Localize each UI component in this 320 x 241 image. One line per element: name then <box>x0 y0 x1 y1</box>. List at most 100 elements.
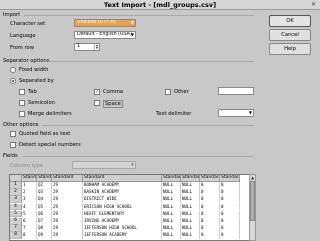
fields-line <box>22 156 254 157</box>
column-header[interactable]: Standard <box>200 175 220 182</box>
ok-button[interactable]: OK <box>269 15 311 27</box>
help-button[interactable]: Help <box>269 43 311 55</box>
charset-label: Character set <box>10 21 46 27</box>
language-select[interactable]: Default - English (USA) ▼ <box>74 31 136 39</box>
text-delimiter-select[interactable]: " ▼ <box>218 109 254 117</box>
from-row-value: 1 <box>77 44 81 49</box>
language-value: Default - English (USA) <box>77 32 132 37</box>
column-header[interactable]: Standard <box>37 175 52 182</box>
table-cell: 29 <box>52 232 83 239</box>
table-cell: 0 <box>220 210 240 218</box>
cancel-button[interactable]: Cancel <box>269 29 311 41</box>
separator-line <box>48 61 254 62</box>
table-cell: 0 <box>200 225 220 232</box>
semicolon-checkbox[interactable] <box>19 100 25 106</box>
table-cell: 6 <box>22 218 37 225</box>
quoted-field-checkbox[interactable] <box>10 131 16 137</box>
charset-value: Unicode (UTF-8) <box>77 20 116 25</box>
column-header[interactable]: Standard <box>83 175 162 182</box>
scroll-thumb[interactable] <box>250 181 255 221</box>
semicolon-label: Semicolon <box>28 100 55 106</box>
table-cell: 1 <box>22 182 37 189</box>
detect-special-numbers-checkbox[interactable] <box>10 142 16 148</box>
row-header[interactable]: 2 <box>10 189 22 196</box>
spin-arrows-icon[interactable]: ▲ ▼ <box>94 44 99 50</box>
table-cell: 3 <box>22 196 37 203</box>
table-cell: 29 <box>52 189 83 196</box>
table-cell: NULL <box>162 210 181 218</box>
column-type-select[interactable]: ▼ <box>72 161 136 169</box>
table-cell: 29 <box>52 203 83 211</box>
other-options-line <box>42 125 254 126</box>
table-cell: NULL <box>181 196 200 203</box>
row-header[interactable]: 8 <box>10 232 22 239</box>
table-cell: Q7 <box>37 218 52 225</box>
table-cell: JEFFERSON ACADEMY <box>83 232 162 239</box>
table-cell: NULL <box>162 182 181 189</box>
comma-checkbox[interactable]: ✓ <box>94 89 100 95</box>
import-separator <box>24 15 254 16</box>
table-cell: BASKIN ACADEMY <box>83 189 162 196</box>
table-cell: ERICSON HIGH SCHOOL <box>83 203 162 211</box>
table-cell: NULL <box>181 225 200 232</box>
preview-grid[interactable]: StandardStandardStandardStandardStandard… <box>9 174 250 241</box>
row-header[interactable]: 6 <box>10 218 22 225</box>
table-cell: 4 <box>22 203 37 211</box>
table-cell: 0 <box>200 182 220 189</box>
column-type-label: Column type <box>10 163 44 169</box>
close-icon[interactable]: ✕ <box>309 1 318 9</box>
tab-checkbox[interactable] <box>19 89 25 95</box>
row-header[interactable]: 1 <box>10 182 22 189</box>
import-section-label: Import <box>3 12 21 18</box>
table-cell: 0 <box>220 218 240 225</box>
row-header[interactable]: 5 <box>10 210 22 218</box>
language-label: Language <box>10 33 36 39</box>
separated-by-label: Separated by <box>19 78 54 84</box>
table-cell: 5 <box>22 210 37 218</box>
table-cell: NULL <box>162 232 181 239</box>
table-cell: 0 <box>200 196 220 203</box>
other-label: Other <box>174 89 189 95</box>
row-header[interactable]: 7 <box>10 225 22 232</box>
table-cell: NULL <box>162 196 181 203</box>
separated-by-radio[interactable] <box>10 78 16 84</box>
table-cell: 8 <box>22 232 37 239</box>
table-cell: IRVING ACADEMY <box>83 218 162 225</box>
chevron-down-icon: ▼ <box>130 162 134 167</box>
chevron-down-icon: ▼ <box>248 110 252 115</box>
from-row-label: From row <box>10 45 34 51</box>
column-header[interactable]: Standard <box>52 175 83 182</box>
column-header[interactable]: Standard <box>22 175 37 182</box>
table-cell: 0 <box>220 189 240 196</box>
other-input[interactable] <box>218 87 254 95</box>
table-cell: 0 <box>220 232 240 239</box>
space-checkbox[interactable] <box>94 100 100 106</box>
charset-select[interactable]: Unicode (UTF-8) ▼ <box>74 19 136 27</box>
table-cell: BONHAM ACADEMY <box>83 182 162 189</box>
table-cell: 0 <box>200 189 220 196</box>
grid-corner <box>10 175 22 182</box>
table-cell: 0 <box>220 225 240 232</box>
table-cell: 0 <box>200 232 220 239</box>
detect-special-numbers-label: Detect special numbers <box>19 142 81 148</box>
table-cell: Q9 <box>37 232 52 239</box>
merge-delimiters-checkbox[interactable] <box>19 111 25 117</box>
table-cell: NULL <box>181 232 200 239</box>
window-title: Text Import - [mdl_groups.csv] <box>103 1 217 9</box>
row-header[interactable]: 3 <box>10 196 22 203</box>
other-checkbox[interactable] <box>165 89 171 95</box>
table-cell: 7 <box>22 225 37 232</box>
fixed-width-radio[interactable] <box>10 67 16 73</box>
table-cell: 29 <box>52 210 83 218</box>
column-header[interactable]: Standard <box>181 175 200 182</box>
table-cell: NULL <box>162 203 181 211</box>
comma-label: Comma <box>103 89 124 95</box>
from-row-spinner[interactable]: 1 ▲ ▼ <box>74 43 100 51</box>
row-header[interactable]: 4 <box>10 203 22 211</box>
column-header[interactable]: Standard <box>220 175 240 182</box>
table-cell: 2 <box>22 189 37 196</box>
chevron-down-icon: ▼ <box>130 32 134 37</box>
table-cell: NULL <box>181 182 200 189</box>
column-header[interactable]: Standard <box>162 175 181 182</box>
table-cell: DISTRICT WIDE <box>83 196 162 203</box>
